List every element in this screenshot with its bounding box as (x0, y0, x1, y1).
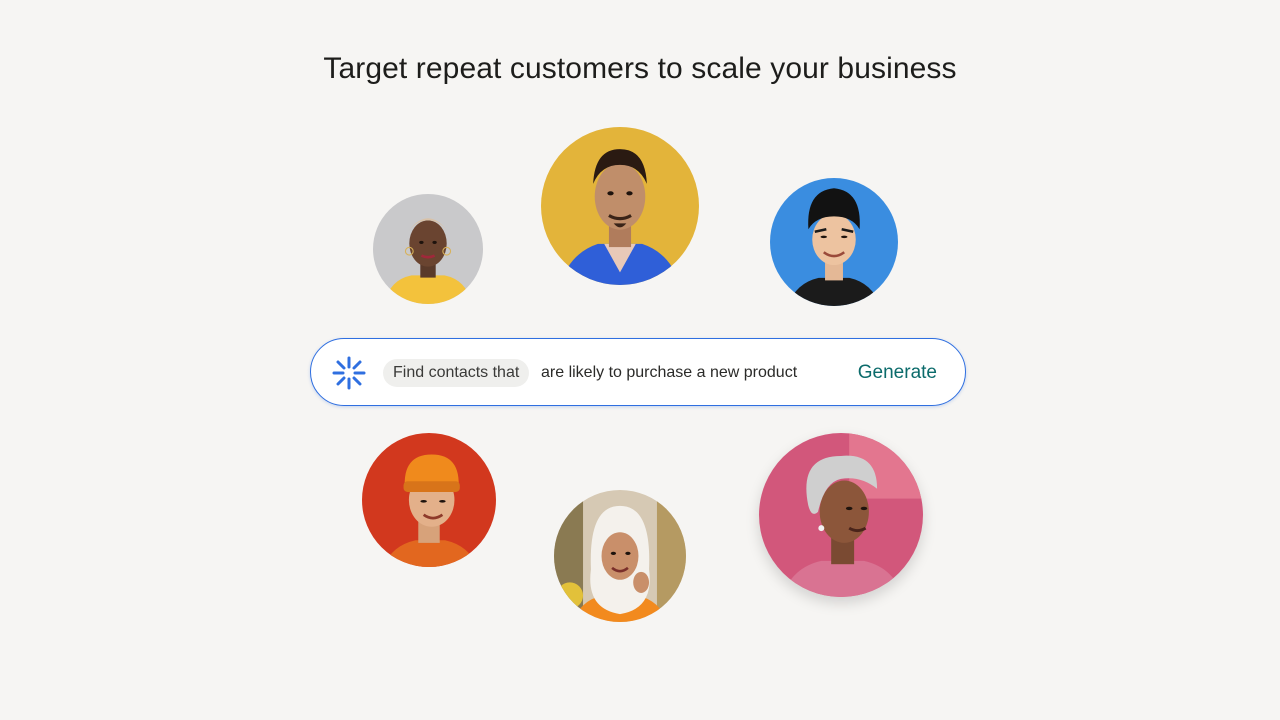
prompt-text[interactable]: are likely to purchase a new product (541, 359, 797, 387)
person-photo-icon (554, 490, 686, 622)
avatar-man-orange-beanie (362, 433, 496, 567)
avatar-man-black-cap (770, 178, 898, 306)
generate-button[interactable]: Generate (858, 356, 937, 390)
person-photo-icon (362, 433, 496, 567)
page-headline: Target repeat customers to scale your bu… (323, 52, 957, 85)
person-photo-icon (770, 178, 898, 306)
avatar-woman-yellow-top (373, 194, 483, 304)
sparkle-icon (331, 355, 367, 391)
person-photo-icon (373, 194, 483, 304)
person-photo-icon (541, 127, 699, 285)
person-photo-icon (759, 433, 923, 597)
avatar-woman-grey-hair (759, 433, 923, 597)
avatar-woman-white-hijab (554, 490, 686, 622)
avatar-man-blue-jacket (541, 127, 699, 285)
ai-prompt-bar[interactable]: Find contacts that are likely to purchas… (310, 338, 966, 406)
prompt-prefix-chip: Find contacts that (383, 359, 530, 387)
